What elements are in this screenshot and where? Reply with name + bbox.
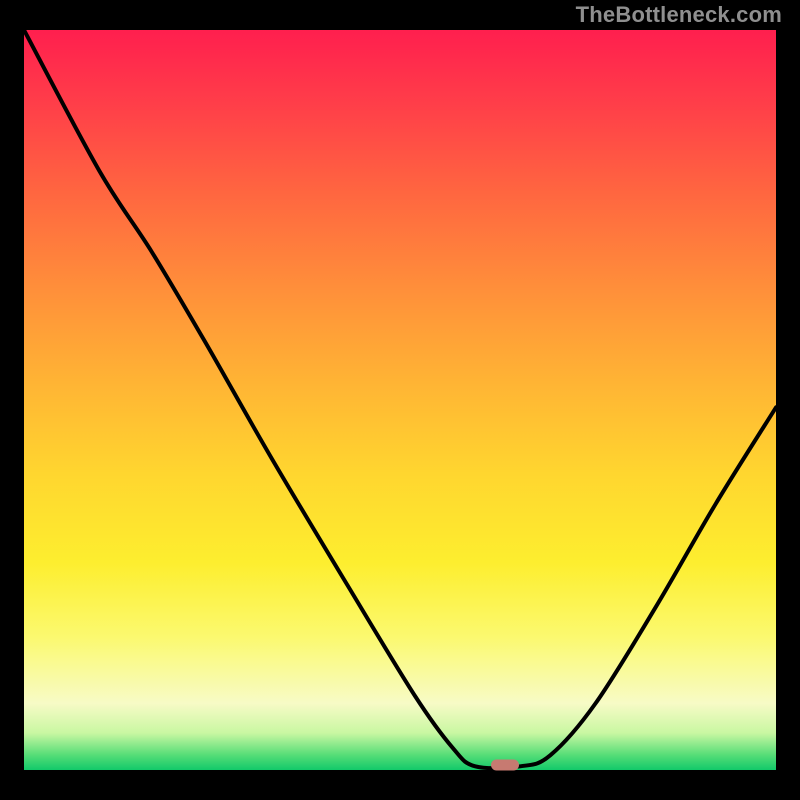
curve-svg — [24, 30, 776, 770]
chart-frame: TheBottleneck.com — [0, 0, 800, 800]
watermark-text: TheBottleneck.com — [576, 2, 782, 28]
optimal-point-marker — [491, 759, 519, 770]
bottleneck-curve-path — [24, 30, 776, 768]
plot-area — [24, 30, 776, 770]
